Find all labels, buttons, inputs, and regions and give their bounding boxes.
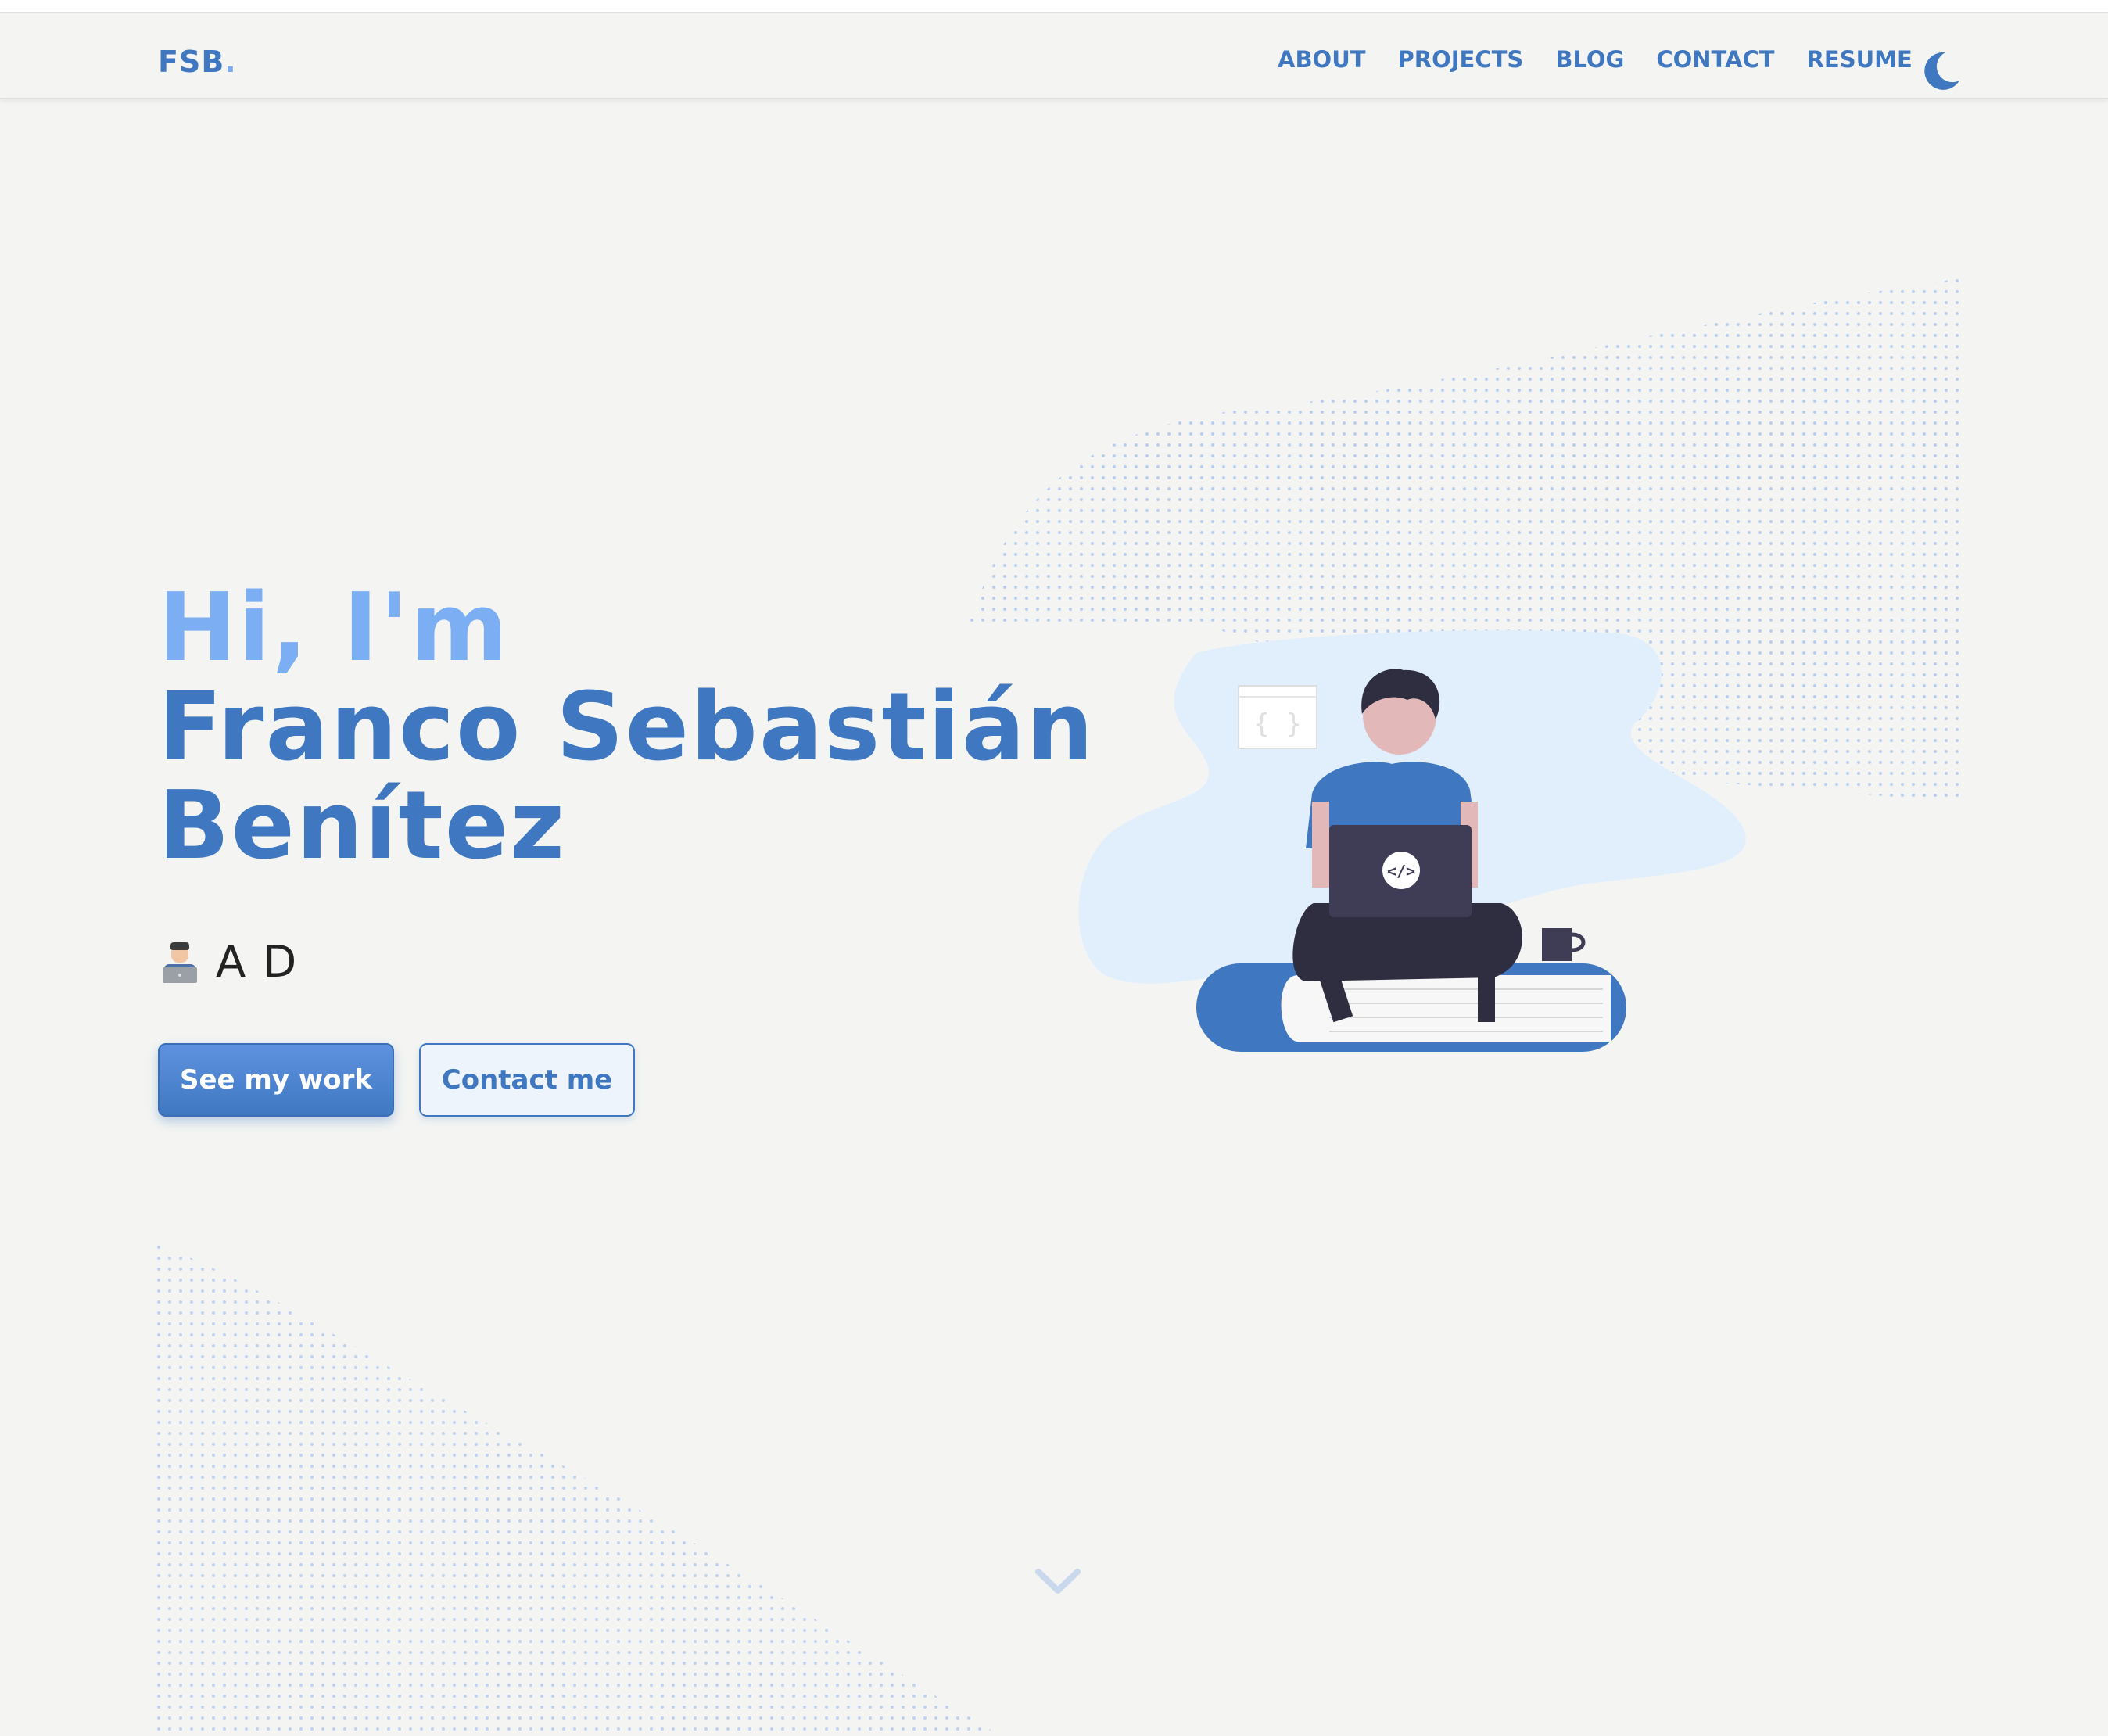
- hero-name-line1: Franco Sebastián: [158, 673, 1095, 782]
- laptop-code-icon: </>: [1387, 862, 1415, 881]
- technologist-emoji-icon: [163, 942, 197, 983]
- site-logo[interactable]: FSB.: [158, 45, 237, 79]
- navbar: FSB. ABOUT PROJECTS BLOG CONTACT RESUME: [0, 13, 2108, 99]
- developer-illustration: { } </>: [1078, 630, 1746, 1052]
- nav-links: ABOUT PROJECTS BLOG CONTACT RESUME: [1278, 46, 1945, 77]
- code-card-icon: { }: [1238, 685, 1318, 749]
- nav-link-contact[interactable]: CONTACT: [1656, 46, 1774, 77]
- nav-link-resume[interactable]: RESUME: [1807, 46, 1913, 77]
- hero-subtitle: A D: [160, 937, 298, 988]
- browser-top-edge: [0, 0, 2108, 13]
- see-my-work-button[interactable]: See my work: [158, 1043, 394, 1117]
- chevron-down-icon[interactable]: [1034, 1566, 1082, 1597]
- subtitle-text: A D: [216, 937, 299, 988]
- hero-name: Franco Sebastián Benítez: [158, 679, 1135, 876]
- hero-name-line2: Benítez: [158, 772, 567, 881]
- dot-pattern-decoration: [156, 1245, 1001, 1736]
- contact-me-button[interactable]: Contact me: [419, 1043, 635, 1117]
- hero-greeting: Hi, I'm: [158, 574, 510, 683]
- logo-text: FSB: [158, 45, 225, 79]
- nav-link-blog[interactable]: BLOG: [1555, 46, 1624, 77]
- mug-icon: [1542, 928, 1586, 961]
- nav-link-projects[interactable]: PROJECTS: [1398, 46, 1524, 77]
- nav-link-about[interactable]: ABOUT: [1278, 46, 1366, 77]
- card-braces: { }: [1253, 708, 1301, 740]
- moon-icon[interactable]: [1922, 51, 1961, 91]
- logo-dot: .: [224, 45, 237, 79]
